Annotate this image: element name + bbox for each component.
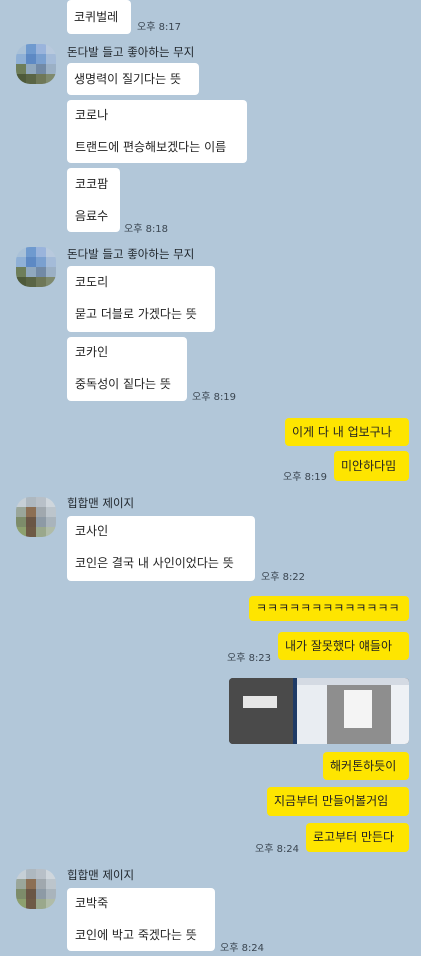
message-time: 오후 8:19 — [283, 472, 328, 483]
sender-name: 힙합맨 제이지 — [67, 496, 135, 510]
message-bubble[interactable]: 코박죽 코인에 박고 죽겠다는 뜻 — [67, 888, 215, 951]
message-text: 해커톤하듯이 — [330, 758, 397, 773]
message-bubble[interactable]: 코로나 트랜드에 편승해보겠다는 이름 — [67, 100, 247, 163]
message-bubble[interactable]: 코사인 코인은 결국 내 사인이었다는 뜻 — [67, 516, 255, 581]
sender-name: 돈다발 들고 좋아하는 무지 — [67, 45, 195, 59]
message-text: 코인에 박고 죽겠다는 뜻 — [75, 928, 197, 942]
message-time: 오후 8:19 — [192, 392, 237, 403]
message-bubble[interactable]: 미안하다밈 — [334, 451, 409, 481]
message-bubble[interactable]: 코도리 묻고 더블로 가겠다는 뜻 — [67, 266, 215, 332]
message-time: 오후 8:24 — [255, 844, 300, 855]
message-bubble[interactable]: 코퀴벌레 — [67, 0, 131, 34]
message-text: ㅋㅋㅋㅋㅋㅋㅋㅋㅋㅋㅋㅋㅋ — [256, 601, 400, 615]
message-bubble[interactable]: 이게 다 내 업보구나 — [285, 418, 409, 446]
message-bubble[interactable]: 로고부터 만든다 — [306, 823, 409, 852]
profile-avatar[interactable] — [16, 44, 56, 84]
message-bubble[interactable]: 내가 잘못했다 얘들아 — [278, 632, 409, 660]
message-time: 오후 8:24 — [220, 943, 265, 954]
message-text: 코도리 — [75, 275, 109, 289]
message-bubble[interactable]: 코카인 중독성이 짙다는 뜻 — [67, 337, 187, 401]
message-time: 오후 8:23 — [227, 653, 272, 664]
profile-avatar[interactable] — [16, 247, 56, 287]
message-time: 오후 8:18 — [124, 224, 169, 235]
message-time: 오후 8:22 — [261, 572, 306, 583]
shared-screenshot-image[interactable] — [229, 678, 409, 744]
message-text: 코코팜 — [75, 177, 109, 191]
message-bubble[interactable]: 지금부터 만들어볼거임 — [267, 787, 409, 816]
profile-avatar[interactable] — [16, 869, 56, 909]
message-text: 트랜드에 편승해보겠다는 이름 — [75, 140, 227, 154]
message-text: 미안하다밈 — [341, 458, 397, 473]
message-text: 코사인 — [75, 524, 109, 538]
message-text: 음료수 — [75, 209, 109, 223]
message-bubble[interactable]: 생명력이 질기다는 뜻 — [67, 63, 199, 95]
message-text: 이게 다 내 업보구나 — [292, 424, 392, 439]
message-bubble[interactable]: ㅋㅋㅋㅋㅋㅋㅋㅋㅋㅋㅋㅋㅋ — [249, 596, 409, 621]
message-text: 지금부터 만들어볼거임 — [274, 794, 389, 808]
message-time: 오후 8:17 — [137, 22, 182, 33]
message-text: 코퀴벌레 — [74, 9, 119, 24]
message-text: 코인은 결국 내 사인이었다는 뜻 — [75, 556, 234, 570]
message-text: 로고부터 만든다 — [313, 830, 395, 844]
message-bubble[interactable]: 해커톤하듯이 — [323, 752, 409, 780]
message-text: 중독성이 짙다는 뜻 — [75, 377, 171, 391]
message-text: 코로나 — [75, 108, 109, 122]
message-text: 코카인 — [75, 345, 109, 359]
sender-name: 돈다발 들고 좋아하는 무지 — [67, 247, 195, 261]
message-text: 내가 잘못했다 얘들아 — [285, 638, 392, 653]
message-text: 묻고 더블로 가겠다는 뜻 — [75, 307, 197, 321]
sender-name: 힙합맨 제이지 — [67, 868, 135, 882]
message-bubble[interactable]: 코코팜 음료수 — [67, 168, 120, 232]
profile-avatar[interactable] — [16, 497, 56, 537]
message-text: 생명력이 질기다는 뜻 — [74, 71, 181, 86]
message-text: 코박죽 — [75, 896, 109, 910]
